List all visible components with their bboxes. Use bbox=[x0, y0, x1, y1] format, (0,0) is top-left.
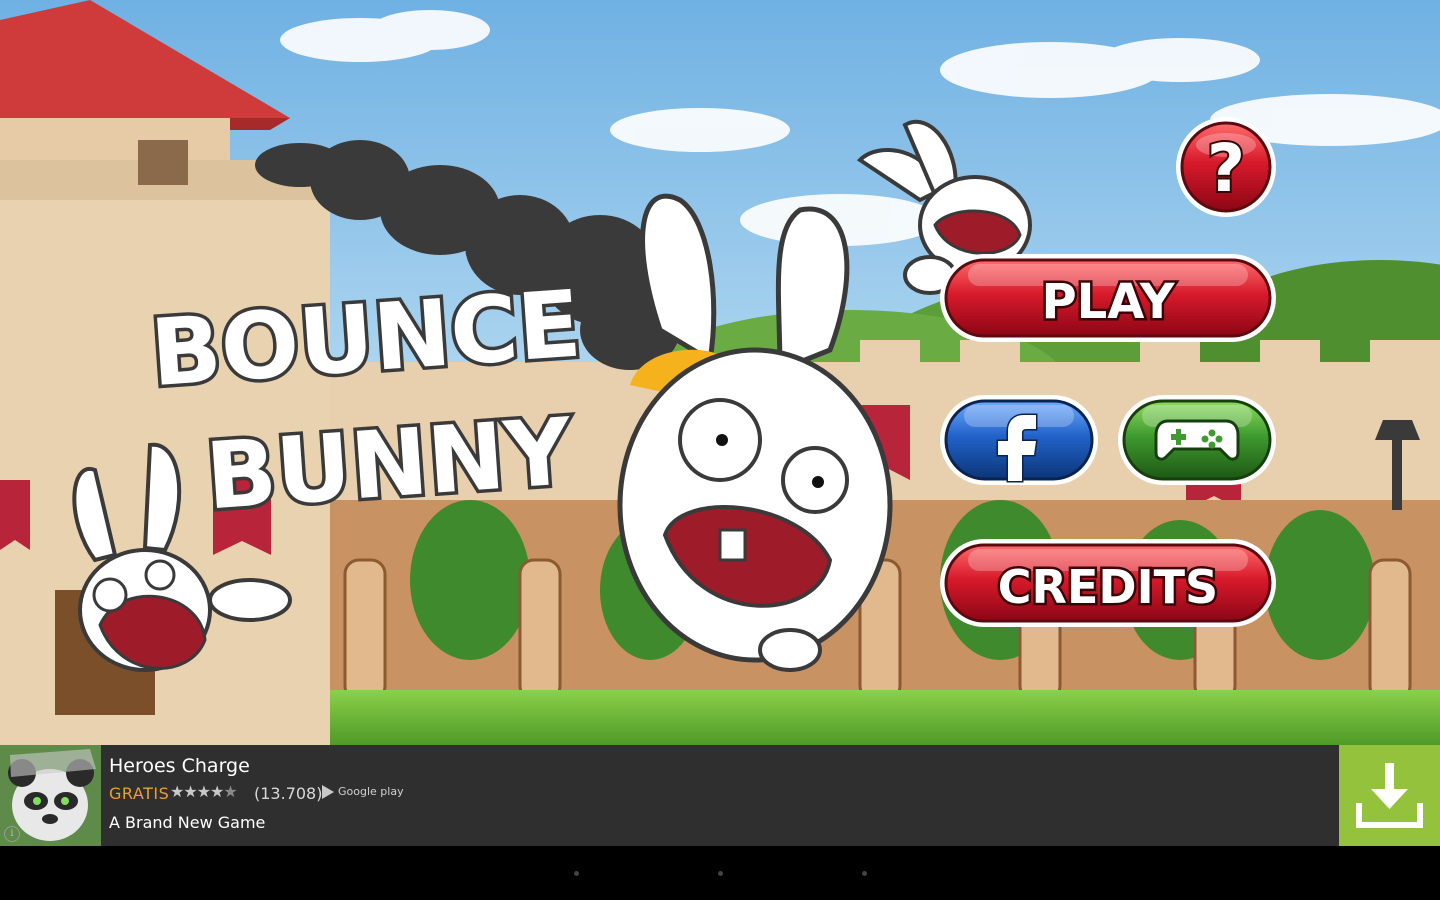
system-nav-bar bbox=[0, 846, 1440, 900]
games-button[interactable] bbox=[1116, 393, 1278, 487]
ad-rating-stars: ★★★★★ bbox=[170, 782, 238, 801]
download-icon bbox=[1356, 763, 1423, 828]
ad-review-count: (13.708) bbox=[254, 784, 323, 803]
credits-button[interactable]: CREDITS bbox=[938, 537, 1278, 629]
ad-price: GRATIS bbox=[109, 784, 170, 803]
ad-banner[interactable]: i Heroes Charge GRATIS ★★★★★ (13.708) Go… bbox=[0, 745, 1440, 846]
help-button-label: ? bbox=[1207, 130, 1245, 207]
ad-info-icon[interactable]: i bbox=[4, 826, 20, 842]
facebook-button[interactable] bbox=[938, 393, 1100, 487]
help-button[interactable]: ? bbox=[1174, 115, 1278, 219]
ad-subtitle: A Brand New Game bbox=[109, 813, 266, 832]
ad-download-button[interactable] bbox=[1339, 745, 1440, 846]
game-scene: BOUNCE BUNNY ? PLAY CREDITS bbox=[0, 0, 1440, 745]
ad-title[interactable]: Heroes Charge bbox=[109, 755, 250, 777]
ad-app-icon[interactable]: i bbox=[0, 745, 101, 846]
background-art: BOUNCE BUNNY bbox=[0, 0, 1440, 745]
play-button-label: PLAY bbox=[1041, 274, 1175, 330]
nav-recents-dot[interactable] bbox=[862, 871, 867, 876]
google-play-icon bbox=[322, 785, 334, 799]
play-button[interactable]: PLAY bbox=[938, 252, 1278, 344]
google-play-badge: Google play bbox=[322, 785, 404, 799]
google-play-label: Google play bbox=[338, 785, 404, 798]
nav-back-dot[interactable] bbox=[574, 871, 579, 876]
nav-home-dot[interactable] bbox=[718, 871, 723, 876]
credits-button-label: CREDITS bbox=[998, 560, 1218, 614]
